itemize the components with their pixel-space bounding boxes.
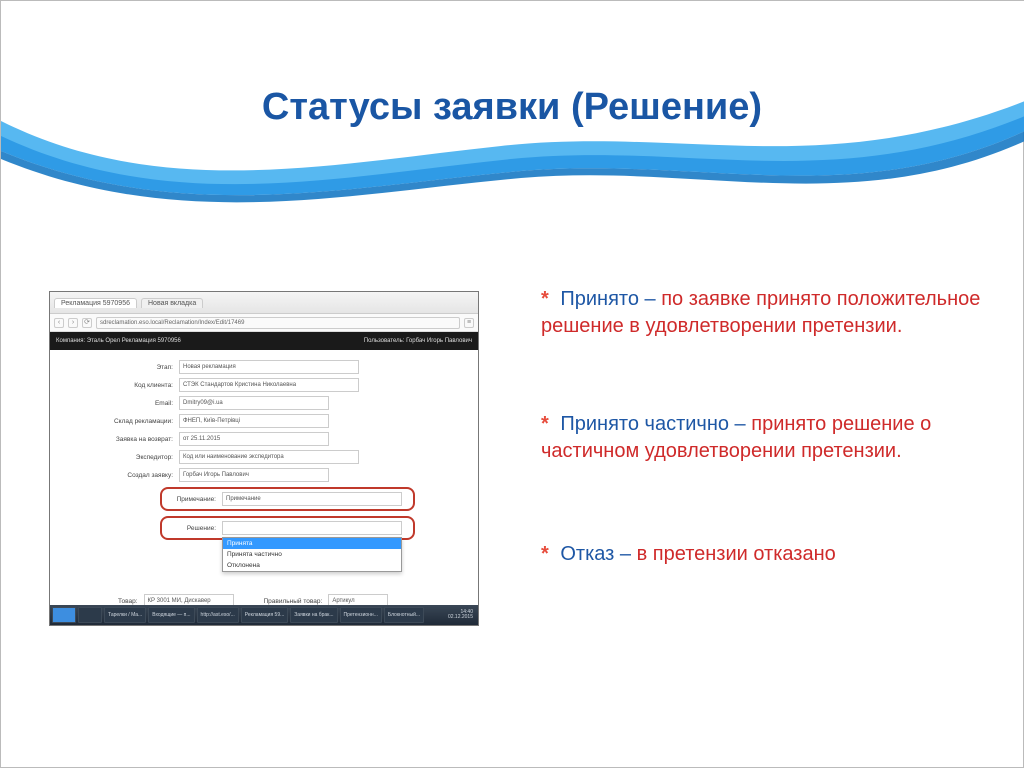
taskbar: Тарелки / Ma... Входящие — п... http://a… <box>50 605 478 625</box>
highlighted-decision-row: Решение: Принята Принята частично Отклон… <box>160 516 415 540</box>
highlighted-note-row: Примечание: Примечание <box>160 487 415 511</box>
menu-button[interactable]: ≡ <box>464 318 474 328</box>
input-warehouse[interactable]: ФНЕП, Київ-Петрівці <box>179 414 329 428</box>
slide: Статусы заявки (Решение) * Принято – по … <box>0 0 1024 768</box>
form-body: Этап: Новая рекламация Код клиента: СТЭК С… <box>50 350 478 620</box>
taskbar-item[interactable]: Тарелки / Ma... <box>104 607 146 623</box>
label-product: Товар: <box>118 598 138 605</box>
embedded-screenshot: Рекламация 5970956 Новая вкладка ‹ › ⟳ s… <box>49 291 479 626</box>
label-decision: Решение: <box>166 525 216 532</box>
input-created[interactable]: Горбач Игорь Павлович <box>179 468 329 482</box>
browser-tab[interactable]: Новая вкладка <box>141 298 203 308</box>
bullet-1-term: Принято <box>560 288 639 310</box>
bullet-icon: * <box>541 413 549 435</box>
reload-button[interactable]: ⟳ <box>82 318 92 328</box>
back-button[interactable]: ‹ <box>54 318 64 328</box>
label-correct-product: Правильный товар: <box>264 598 323 605</box>
bullet-icon: * <box>541 543 549 565</box>
taskbar-item[interactable]: Заявки на брак... <box>290 607 337 623</box>
header-left: Компания: Эталь Орел Рекламация 5970956 <box>56 338 181 344</box>
start-button[interactable] <box>52 607 76 623</box>
input-note[interactable]: Примечание <box>222 492 402 506</box>
input-return[interactable]: от 25.11.2015 <box>179 432 329 446</box>
label-stage: Этап: <box>58 364 173 371</box>
input-stage[interactable]: Новая рекламация <box>179 360 359 374</box>
browser-url-bar: ‹ › ⟳ sdreclamation.eso.local/Reclamatio… <box>50 314 478 332</box>
label-note: Примечание: <box>166 496 216 503</box>
dropdown-option-partial[interactable]: Принята частично <box>223 549 401 560</box>
taskbar-item[interactable]: http://ast.eso/... <box>197 607 239 623</box>
taskbar-date: 02.12.2015 <box>448 615 473 621</box>
label-email: Email: <box>58 400 173 407</box>
label-created: Создал заявку: <box>58 472 173 479</box>
taskbar-item[interactable]: Блокнотный... <box>384 607 424 623</box>
label-client: Код клиента: <box>58 382 173 389</box>
label-expeditor: Экспедитор: <box>58 454 173 461</box>
decision-dropdown: Принята Принята частично Отклонена <box>222 537 402 572</box>
taskbar-clock: 14:40 02.12.2015 <box>445 610 476 621</box>
bullet-2: * Принято частично – принято решение о ч… <box>541 411 981 465</box>
header-right: Пользователь: Горбач Игорь Павлович <box>364 338 472 344</box>
browser-tab-active[interactable]: Рекламация 5970956 <box>54 298 137 308</box>
select-decision[interactable] <box>222 521 402 535</box>
taskbar-item[interactable]: Входящие — п... <box>148 607 194 623</box>
dropdown-option-accepted[interactable]: Принята <box>223 538 401 549</box>
slide-title: Статусы заявки (Решение) <box>1 86 1023 129</box>
bullet-1: * Принято – по заявке принято положитель… <box>541 286 981 340</box>
label-return: Заявка на возврат: <box>58 436 173 443</box>
bullet-3-term: Отказ <box>560 543 614 565</box>
input-email[interactable]: Dmitry09@i.ua <box>179 396 329 410</box>
taskbar-ie-icon[interactable] <box>78 607 102 623</box>
bullet-3-desc: в претензии отказано <box>637 543 836 565</box>
taskbar-item[interactable]: Претензионн... <box>340 607 382 623</box>
url-field[interactable]: sdreclamation.eso.local/Reclamation/Inde… <box>96 317 460 329</box>
input-expeditor[interactable]: Код или наименование экспедитора <box>179 450 359 464</box>
dropdown-option-rejected[interactable]: Отклонена <box>223 560 401 571</box>
bullet-2-term: Принято частично <box>560 413 729 435</box>
taskbar-item[interactable]: Рекламация 59... <box>241 607 289 623</box>
browser-tab-bar: Рекламация 5970956 Новая вкладка <box>50 292 478 314</box>
app-header-bar: Компания: Эталь Орел Рекламация 5970956 … <box>50 332 478 350</box>
bullet-icon: * <box>541 288 549 310</box>
bullet-3: * Отказ – в претензии отказано <box>541 541 981 568</box>
label-warehouse: Склад рекламации: <box>58 418 173 425</box>
input-client[interactable]: СТЭК Стандартов Кристина Николаевна <box>179 378 359 392</box>
forward-button[interactable]: › <box>68 318 78 328</box>
